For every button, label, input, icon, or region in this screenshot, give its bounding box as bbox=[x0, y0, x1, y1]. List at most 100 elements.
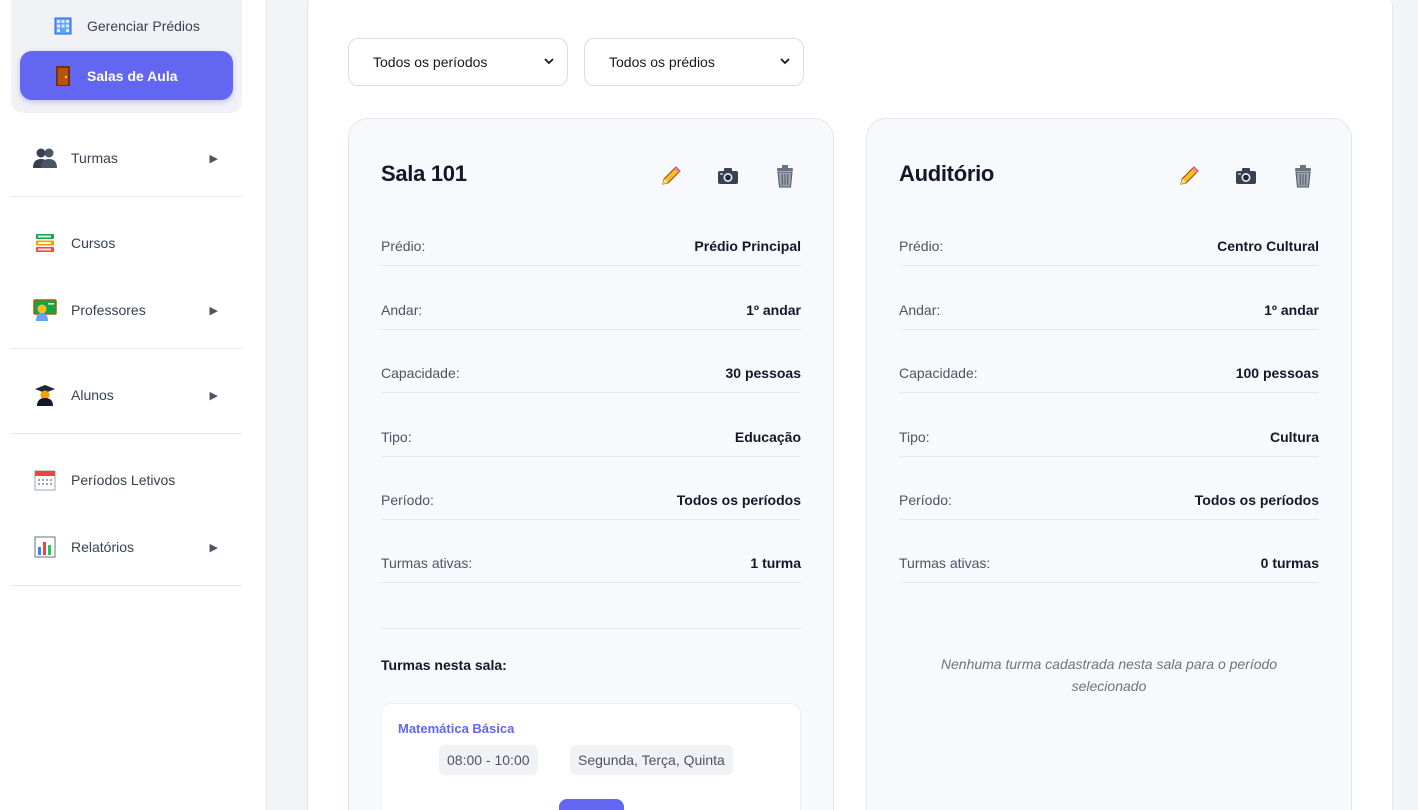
pencil-icon bbox=[661, 166, 681, 185]
sidebar-item-label: Turmas bbox=[71, 150, 118, 166]
calendar-icon bbox=[33, 468, 57, 492]
section-divider bbox=[381, 628, 801, 629]
sidebar-item-label: Salas de Aula bbox=[87, 67, 178, 84]
sidebar-item-professores[interactable]: Professores ▶ bbox=[11, 286, 242, 334]
period-filter-select[interactable]: Todos os períodos bbox=[348, 38, 568, 86]
detail-value: 1 turma bbox=[750, 554, 801, 571]
detail-value: Centro Cultural bbox=[1217, 237, 1319, 254]
detail-value: 30 pessoas bbox=[725, 364, 802, 381]
chevron-right-icon: ▶ bbox=[209, 389, 218, 402]
empty-turmas-message: Nenhuma turma cadastrada nesta sala para… bbox=[940, 656, 1278, 694]
room-detail-turmas-ativas: Turmas ativas: 0 turmas bbox=[899, 543, 1319, 583]
student-icon bbox=[33, 383, 57, 407]
room-card-sala-101: Sala 101 Prédio: Prédio Principal Andar:… bbox=[348, 118, 834, 810]
room-title: Auditório bbox=[899, 161, 995, 186]
sidebar-item-cursos[interactable]: Cursos bbox=[11, 219, 242, 267]
delete-button[interactable] bbox=[768, 161, 801, 191]
room-detail-andar: Andar: 1º andar bbox=[381, 290, 801, 330]
detail-value: Todos os períodos bbox=[1194, 491, 1319, 508]
detail-value: 100 pessoas bbox=[1235, 364, 1319, 381]
sidebar-item-salas-de-aula[interactable]: Salas de Aula bbox=[20, 51, 233, 100]
chevron-right-icon: ▶ bbox=[209, 304, 218, 317]
room-detail-capacidade: Capacidade: 30 pessoas bbox=[381, 353, 801, 393]
teacher-icon bbox=[33, 298, 57, 322]
sidebar-item-gerenciar-predios[interactable]: Gerenciar Prédios bbox=[20, 1, 233, 50]
sidebar-item-alunos[interactable]: Alunos ▶ bbox=[11, 371, 242, 419]
edit-button[interactable] bbox=[654, 161, 687, 191]
building-icon bbox=[53, 16, 73, 36]
detail-label: Período: bbox=[381, 491, 434, 508]
sidebar: Gerenciar Prédios Salas de Aula Turmas ▶… bbox=[0, 0, 267, 810]
turmas-section-label: Turmas nesta sala: bbox=[381, 657, 507, 673]
building-filter-value: Todos os prédios bbox=[609, 54, 715, 70]
room-card-auditorio: Auditório Prédio: Centro Cultural Andar:… bbox=[866, 118, 1352, 810]
detail-value: 0 turmas bbox=[1260, 554, 1319, 571]
sidebar-divider bbox=[11, 348, 242, 349]
room-title: Sala 101 bbox=[381, 161, 467, 186]
edit-button[interactable] bbox=[1172, 161, 1205, 191]
room-actions bbox=[654, 161, 801, 191]
chevron-right-icon: ▶ bbox=[209, 152, 218, 165]
sidebar-item-label: Professores bbox=[71, 302, 146, 318]
building-filter-select[interactable]: Todos os prédios bbox=[584, 38, 804, 86]
turma-action-button[interactable] bbox=[559, 799, 624, 810]
room-detail-periodo: Período: Todos os períodos bbox=[899, 480, 1319, 520]
turma-days-chip: Segunda, Terça, Quinta bbox=[570, 745, 733, 775]
sidebar-divider bbox=[11, 433, 242, 434]
sidebar-item-label: Cursos bbox=[71, 235, 116, 251]
turma-name: Matemática Básica bbox=[398, 721, 515, 736]
detail-label: Capacidade: bbox=[899, 364, 978, 381]
chevron-down-icon bbox=[780, 58, 790, 65]
sidebar-item-label: Gerenciar Prédios bbox=[87, 17, 200, 34]
camera-icon bbox=[717, 168, 738, 184]
photo-button[interactable] bbox=[1229, 161, 1262, 191]
detail-label: Período: bbox=[899, 491, 952, 508]
sidebar-subgroup-predios: Gerenciar Prédios Salas de Aula bbox=[11, 0, 242, 113]
sidebar-divider bbox=[11, 585, 242, 586]
detail-label: Capacidade: bbox=[381, 364, 460, 381]
room-detail-predio: Prédio: Prédio Principal bbox=[381, 226, 801, 266]
trash-icon bbox=[776, 165, 793, 188]
detail-value: 1º andar bbox=[746, 301, 801, 318]
room-detail-tipo: Tipo: Educação bbox=[381, 417, 801, 457]
detail-label: Tipo: bbox=[381, 428, 412, 445]
turma-schedule-chip: 08:00 - 10:00 bbox=[439, 745, 538, 775]
trash-icon bbox=[1294, 165, 1311, 188]
room-detail-tipo: Tipo: Cultura bbox=[899, 417, 1319, 457]
detail-label: Andar: bbox=[381, 301, 423, 318]
detail-label: Tipo: bbox=[899, 428, 930, 445]
room-detail-periodo: Período: Todos os períodos bbox=[381, 480, 801, 520]
detail-label: Turmas ativas: bbox=[381, 554, 473, 571]
sidebar-item-label: Alunos bbox=[71, 387, 114, 403]
photo-button[interactable] bbox=[711, 161, 744, 191]
camera-icon bbox=[1235, 168, 1256, 184]
detail-label: Turmas ativas: bbox=[899, 554, 991, 571]
bar-chart-icon bbox=[33, 535, 57, 559]
sidebar-item-label: Períodos Letivos bbox=[71, 472, 176, 488]
detail-label: Andar: bbox=[899, 301, 941, 318]
door-icon bbox=[53, 65, 73, 86]
detail-value: Educação bbox=[734, 428, 801, 445]
chevron-right-icon: ▶ bbox=[209, 541, 218, 554]
room-detail-andar: Andar: 1º andar bbox=[899, 290, 1319, 330]
detail-value: Prédio Principal bbox=[694, 237, 801, 254]
room-detail-predio: Prédio: Centro Cultural bbox=[899, 226, 1319, 266]
books-icon bbox=[33, 231, 57, 255]
sidebar-item-turmas[interactable]: Turmas ▶ bbox=[11, 134, 242, 182]
sidebar-divider bbox=[11, 196, 242, 197]
sidebar-item-periodos-letivos[interactable]: Períodos Letivos bbox=[11, 456, 242, 504]
sidebar-item-label: Relatórios bbox=[71, 539, 135, 555]
period-filter-value: Todos os períodos bbox=[373, 54, 488, 70]
chevron-down-icon bbox=[544, 58, 554, 65]
pencil-icon bbox=[1179, 166, 1199, 185]
room-detail-capacidade: Capacidade: 100 pessoas bbox=[899, 353, 1319, 393]
sidebar-item-relatorios[interactable]: Relatórios ▶ bbox=[11, 523, 242, 571]
delete-button[interactable] bbox=[1286, 161, 1319, 191]
room-actions bbox=[1172, 161, 1319, 191]
people-icon bbox=[33, 146, 57, 170]
detail-label: Prédio: bbox=[899, 237, 944, 254]
turma-card: Matemática Básica 08:00 - 10:00 Segunda,… bbox=[381, 703, 801, 810]
detail-label: Prédio: bbox=[381, 237, 426, 254]
detail-value: Todos os períodos bbox=[676, 491, 801, 508]
detail-value: Cultura bbox=[1270, 428, 1319, 445]
